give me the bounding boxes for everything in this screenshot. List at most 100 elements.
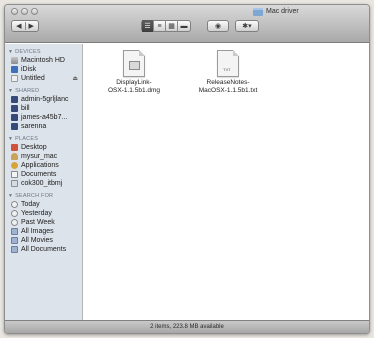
sidebar-item-label: sarenna <box>21 123 47 130</box>
sidebar-item-label: Today <box>21 201 40 208</box>
sidebar-item-untitled[interactable]: Untitled ⏏ <box>5 74 82 83</box>
toolbar: ◀ ▶ ☰ ≡ ▦ ▬ ◉ ✱▾ <box>5 20 369 38</box>
sidebar-item-docs[interactable]: Documents <box>5 170 82 179</box>
disclosure-triangle-icon[interactable]: ▼ <box>8 193 13 199</box>
sidebar-item-label: bill <box>21 105 30 112</box>
untitled-icon <box>11 75 18 82</box>
network-icon <box>11 123 18 130</box>
file-name-line: MacOSX-1.1.5b1.txt <box>198 87 258 94</box>
back-forward-buttons: ◀ ▶ <box>11 20 39 32</box>
quick-look-button[interactable]: ◉ <box>207 20 229 32</box>
hd-icon <box>11 57 18 64</box>
sidebar-item-label: Yesterday <box>21 210 52 217</box>
status-text: 2 items, 223.8 MB available <box>150 324 224 330</box>
sidebar-item-smart[interactable]: All Images <box>5 227 82 236</box>
clock-icon <box>11 201 18 208</box>
sidebar-item-smart[interactable]: All Documents <box>5 245 82 254</box>
sidebar-item-label: Untitled <box>21 75 45 82</box>
sidebar-item-clock[interactable]: Today <box>5 200 82 209</box>
sidebar-item-smart[interactable]: All Movies <box>5 236 82 245</box>
sidebar-item-label: Past Week <box>21 219 55 226</box>
status-bar: 2 items, 223.8 MB available <box>5 320 369 333</box>
view-mode-segmented: ☰ ≡ ▦ ▬ <box>141 20 191 32</box>
sidebar-item-home[interactable]: mysur_mac <box>5 152 82 161</box>
network-icon <box>11 114 18 121</box>
sidebar-section: ▼ SHARED admin-5grljlanc bill james-a45b7...… <box>5 86 82 131</box>
sidebar-section: ▼ PLACES Desktop mysur_mac Applications Docum… <box>5 134 82 188</box>
disk-image-icon <box>123 50 145 77</box>
file-item-txt[interactable]: TXT ReleaseNotes- MacOSX-1.1.5b1.txt <box>190 50 266 95</box>
smart-icon <box>11 228 18 235</box>
sidebar-section-header[interactable]: ▼ PLACES <box>5 134 82 143</box>
sidebar-item-label: Documents <box>21 171 57 178</box>
file-name-line: OSX-1.1.5b1.dmg <box>107 87 161 94</box>
sidebar-section-label: SEARCH FOR <box>15 193 54 199</box>
sidebar-item-hd[interactable]: Macintosh HD <box>5 56 82 65</box>
sidebar-section-label: SHARED <box>15 88 40 94</box>
apps-icon <box>11 162 18 169</box>
sidebar-item-network[interactable]: admin-5grljlanc <box>5 95 82 104</box>
docs-icon <box>11 171 18 178</box>
home-icon <box>11 153 18 160</box>
sidebar-item-label: All Movies <box>21 237 53 244</box>
zoom-button[interactable] <box>31 8 38 15</box>
eject-icon[interactable]: ⏏ <box>72 75 78 82</box>
network-icon <box>11 96 18 103</box>
sidebar-section: ▼ DEVICES Macintosh HD iDisk Untitled ⏏ <box>5 47 82 83</box>
window-title-text: Mac driver <box>266 8 299 15</box>
coverflow-view-button[interactable]: ▬ <box>178 20 190 32</box>
icon-view-button[interactable]: ☰ <box>142 20 154 32</box>
file-name-line: DisplayLink- <box>116 79 152 86</box>
column-view-icon: ▦ <box>168 23 175 30</box>
sidebar-item-label: james-a45b7... <box>21 114 68 121</box>
sidebar-section-header[interactable]: ▼ SEARCH FOR <box>5 191 82 200</box>
folder-icon <box>11 180 18 187</box>
window-title: Mac driver <box>253 7 299 16</box>
list-view-button[interactable]: ≡ <box>154 20 166 32</box>
clock-icon <box>11 210 18 217</box>
sidebar-item-desktop[interactable]: Desktop <box>5 143 82 152</box>
sidebar-item-network[interactable]: james-a45b7... <box>5 113 82 122</box>
sidebar-item-folder[interactable]: cok300_itbmj <box>5 179 82 188</box>
minimize-button[interactable] <box>21 8 28 15</box>
smart-icon <box>11 246 18 253</box>
back-icon[interactable]: ◀ <box>16 22 26 30</box>
eye-icon: ◉ <box>214 23 222 30</box>
disclosure-triangle-icon[interactable]: ▼ <box>8 88 13 94</box>
file-item-dmg[interactable]: DisplayLink- OSX-1.1.5b1.dmg <box>96 50 172 95</box>
sidebar-section-header[interactable]: ▼ DEVICES <box>5 47 82 56</box>
sidebar-item-label: Desktop <box>21 144 47 151</box>
forward-icon[interactable]: ▶ <box>26 22 34 30</box>
sidebar-item-clock[interactable]: Yesterday <box>5 209 82 218</box>
sidebar-item-label: cok300_itbmj <box>21 180 63 187</box>
sidebar-item-label: iDisk <box>21 66 37 73</box>
list-view-icon: ≡ <box>157 22 162 30</box>
file-name: ReleaseNotes- MacOSX-1.1.5b1.txt <box>199 79 258 95</box>
sidebar-section-header[interactable]: ▼ SHARED <box>5 86 82 95</box>
sidebar-item-label: All Images <box>21 228 54 235</box>
file-name: DisplayLink- OSX-1.1.5b1.dmg <box>108 79 160 95</box>
disclosure-triangle-icon[interactable]: ▼ <box>8 136 13 142</box>
sidebar-item-label: Macintosh HD <box>21 57 65 64</box>
sidebar-item-network[interactable]: bill <box>5 104 82 113</box>
column-view-button[interactable]: ▦ <box>166 20 178 32</box>
file-type-badge: TXT <box>223 67 231 72</box>
close-button[interactable] <box>11 8 18 15</box>
sidebar-item-network[interactable]: sarenna <box>5 122 82 131</box>
file-browser: DisplayLink- OSX-1.1.5b1.dmg TXT Release… <box>84 44 369 322</box>
sidebar-item-apps[interactable]: Applications <box>5 161 82 170</box>
disclosure-triangle-icon[interactable]: ▼ <box>8 49 13 55</box>
idisk-icon <box>11 66 18 73</box>
gear-icon: ✱▾ <box>242 23 252 30</box>
sidebar-section-label: PLACES <box>15 136 39 142</box>
window-controls <box>11 8 38 15</box>
desktop-icon <box>11 144 18 151</box>
smart-icon <box>11 237 18 244</box>
sidebar-item-label: All Documents <box>21 246 67 253</box>
sidebar-item-clock[interactable]: Past Week <box>5 218 82 227</box>
file-name-line: ReleaseNotes- <box>206 79 250 86</box>
action-button[interactable]: ✱▾ <box>235 20 259 32</box>
sidebar-item-idisk[interactable]: iDisk <box>5 65 82 74</box>
title-bar: Mac driver ◀ ▶ ☰ ≡ ▦ ▬ ◉ ✱▾ <box>5 5 369 43</box>
text-document-icon: TXT <box>217 50 239 77</box>
